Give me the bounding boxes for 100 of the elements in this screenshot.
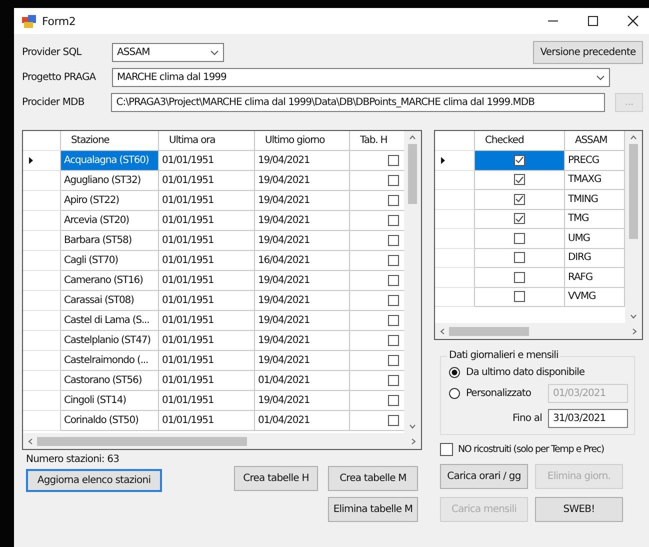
table-cell: 01/01/1951: [159, 231, 255, 251]
table-cell: 01/01/1951: [159, 171, 255, 191]
table-cell: 01/04/2021: [255, 371, 350, 391]
path-field[interactable]: C:\PRAGA3\Project\MARCHE clima dal 1999\Data\DB\DBPoints_MARCHE clima dal 1999.MDB: [111, 93, 606, 112]
current-row-icon: [29, 157, 33, 164]
table-cell: 01/01/1951: [159, 251, 255, 271]
scroll-down-icon[interactable]: [409, 424, 416, 429]
checkbox[interactable]: [388, 235, 399, 246]
refresh-button[interactable]: Aggiorna elenco stazioni: [26, 469, 162, 492]
field-label: Procider MDB: [22, 97, 86, 108]
table-cell: 01/01/1951: [159, 411, 255, 431]
table-cell: 16/04/2021: [255, 251, 350, 271]
action-button[interactable]: Carica orari / gg: [440, 464, 528, 489]
table-cell: 01/01/1951: [159, 311, 255, 331]
current-row-icon: [441, 156, 445, 164]
checkbox[interactable]: [388, 415, 399, 426]
table-cell: Agugliano (ST32): [61, 171, 159, 191]
table-cell: Castorano (ST56): [61, 371, 159, 391]
column-header[interactable]: Ultima ora: [159, 131, 255, 151]
window-title: Form2: [42, 14, 76, 28]
project-dropdown[interactable]: MARCHE clima dal 1999: [112, 68, 610, 87]
table-cell: Corinaldo (ST50): [61, 411, 159, 431]
table-button[interactable]: Elimina tabelle M: [328, 497, 418, 522]
table-cell: 19/04/2021: [255, 351, 350, 371]
table-cell: 19/04/2021: [255, 331, 350, 351]
scroll-thumb[interactable]: [37, 436, 247, 446]
table-cell: 01/01/1951: [159, 351, 255, 371]
radio-option[interactable]: Personalizzato: [449, 388, 531, 399]
checkbox[interactable]: [388, 295, 399, 306]
checkbox[interactable]: [388, 315, 399, 326]
scroll-thumb[interactable]: [629, 144, 638, 239]
table-cell: 01/01/1951: [159, 391, 255, 411]
scroll-left-icon[interactable]: [28, 438, 33, 444]
checkbox[interactable]: [388, 215, 399, 226]
scroll-right-icon[interactable]: [632, 328, 637, 334]
scroll-thumb[interactable]: [408, 144, 417, 204]
table-cell: 01/01/1951: [159, 271, 255, 291]
checkbox[interactable]: [388, 255, 399, 266]
close-icon[interactable]: [627, 15, 639, 27]
table-cell: 01/01/1951: [159, 211, 255, 231]
table-cell: Castelplanio (ST47): [61, 331, 159, 351]
scroll-right-icon[interactable]: [411, 438, 416, 444]
radio-option[interactable]: Da ultimo dato disponibile: [449, 367, 628, 378]
table-button[interactable]: Crea tabelle H: [234, 466, 318, 491]
table-cell: 19/04/2021: [255, 171, 350, 191]
table-cell: 01/01/1951: [159, 191, 255, 211]
scroll-thumb[interactable]: [449, 326, 529, 336]
checkbox[interactable]: [514, 232, 525, 244]
table-cell: Carassai (ST08): [61, 291, 159, 311]
checkbox[interactable]: [514, 272, 525, 283]
scroll-down-icon[interactable]: [630, 314, 637, 319]
checkbox[interactable]: [514, 174, 525, 186]
table-cell: Castel di Lama (S...: [61, 311, 159, 331]
checkbox[interactable]: [514, 252, 525, 264]
column-header[interactable]: Ultimo giorno: [255, 131, 350, 151]
horizontal-scrollbar[interactable]: [23, 433, 421, 449]
checkbox[interactable]: [514, 213, 525, 224]
checkbox-option[interactable]: NO ricostruiti (solo per Temp e Prec): [440, 443, 643, 456]
caret-icon: [596, 74, 605, 80]
maximize-icon[interactable]: [587, 15, 599, 27]
checkbox[interactable]: [514, 291, 525, 302]
checkbox[interactable]: [388, 395, 399, 406]
table-cell: 01/04/2021: [255, 411, 350, 431]
table-cell: 19/04/2021: [255, 211, 350, 231]
action-button[interactable]: SWEB!: [535, 497, 623, 522]
table-button[interactable]: Crea tabelle M: [328, 466, 418, 491]
field-label: Fino al: [512, 413, 542, 424]
table-cell: Cingoli (ST14): [61, 391, 159, 411]
scroll-up-icon[interactable]: [409, 135, 416, 140]
table-cell: 01/01/1951: [159, 371, 255, 391]
vertical-scrollbar[interactable]: [625, 131, 642, 323]
table-cell: Castelraimondo (...: [61, 351, 159, 371]
table-cell: Barbara (ST58): [61, 231, 159, 251]
caret-icon: [210, 50, 219, 56]
horizontal-scrollbar[interactable]: [435, 323, 642, 339]
table-cell: 19/04/2021: [255, 231, 350, 251]
checkbox[interactable]: [388, 175, 399, 186]
vertical-scrollbar[interactable]: [404, 131, 421, 433]
checkbox[interactable]: [388, 195, 399, 206]
table-cell: Cagli (ST70): [61, 251, 159, 271]
table-cell: 19/04/2021: [255, 151, 350, 171]
checkbox[interactable]: [514, 194, 525, 205]
table-cell: 01/01/1951: [159, 331, 255, 351]
table-cell: 19/04/2021: [255, 291, 350, 311]
scroll-left-icon[interactable]: [440, 328, 445, 334]
checkbox[interactable]: [388, 275, 399, 286]
version-button[interactable]: Versione precedente: [533, 41, 643, 64]
checkbox[interactable]: [514, 154, 525, 166]
checkbox[interactable]: [388, 155, 399, 166]
checkbox[interactable]: [388, 375, 399, 386]
date-field[interactable]: 31/03/2021: [548, 409, 628, 428]
provider-dropdown[interactable]: ASSAM: [112, 43, 224, 62]
table-cell: 19/04/2021: [255, 271, 350, 291]
table-cell: Camerano (ST16): [61, 271, 159, 291]
station-count: Numero stazioni: 63: [26, 454, 120, 465]
checkbox[interactable]: [388, 355, 399, 366]
scroll-up-icon[interactable]: [630, 135, 637, 140]
checkbox[interactable]: [388, 335, 399, 346]
table-cell: 19/04/2021: [255, 391, 350, 411]
table-cell: 19/04/2021: [255, 191, 350, 211]
